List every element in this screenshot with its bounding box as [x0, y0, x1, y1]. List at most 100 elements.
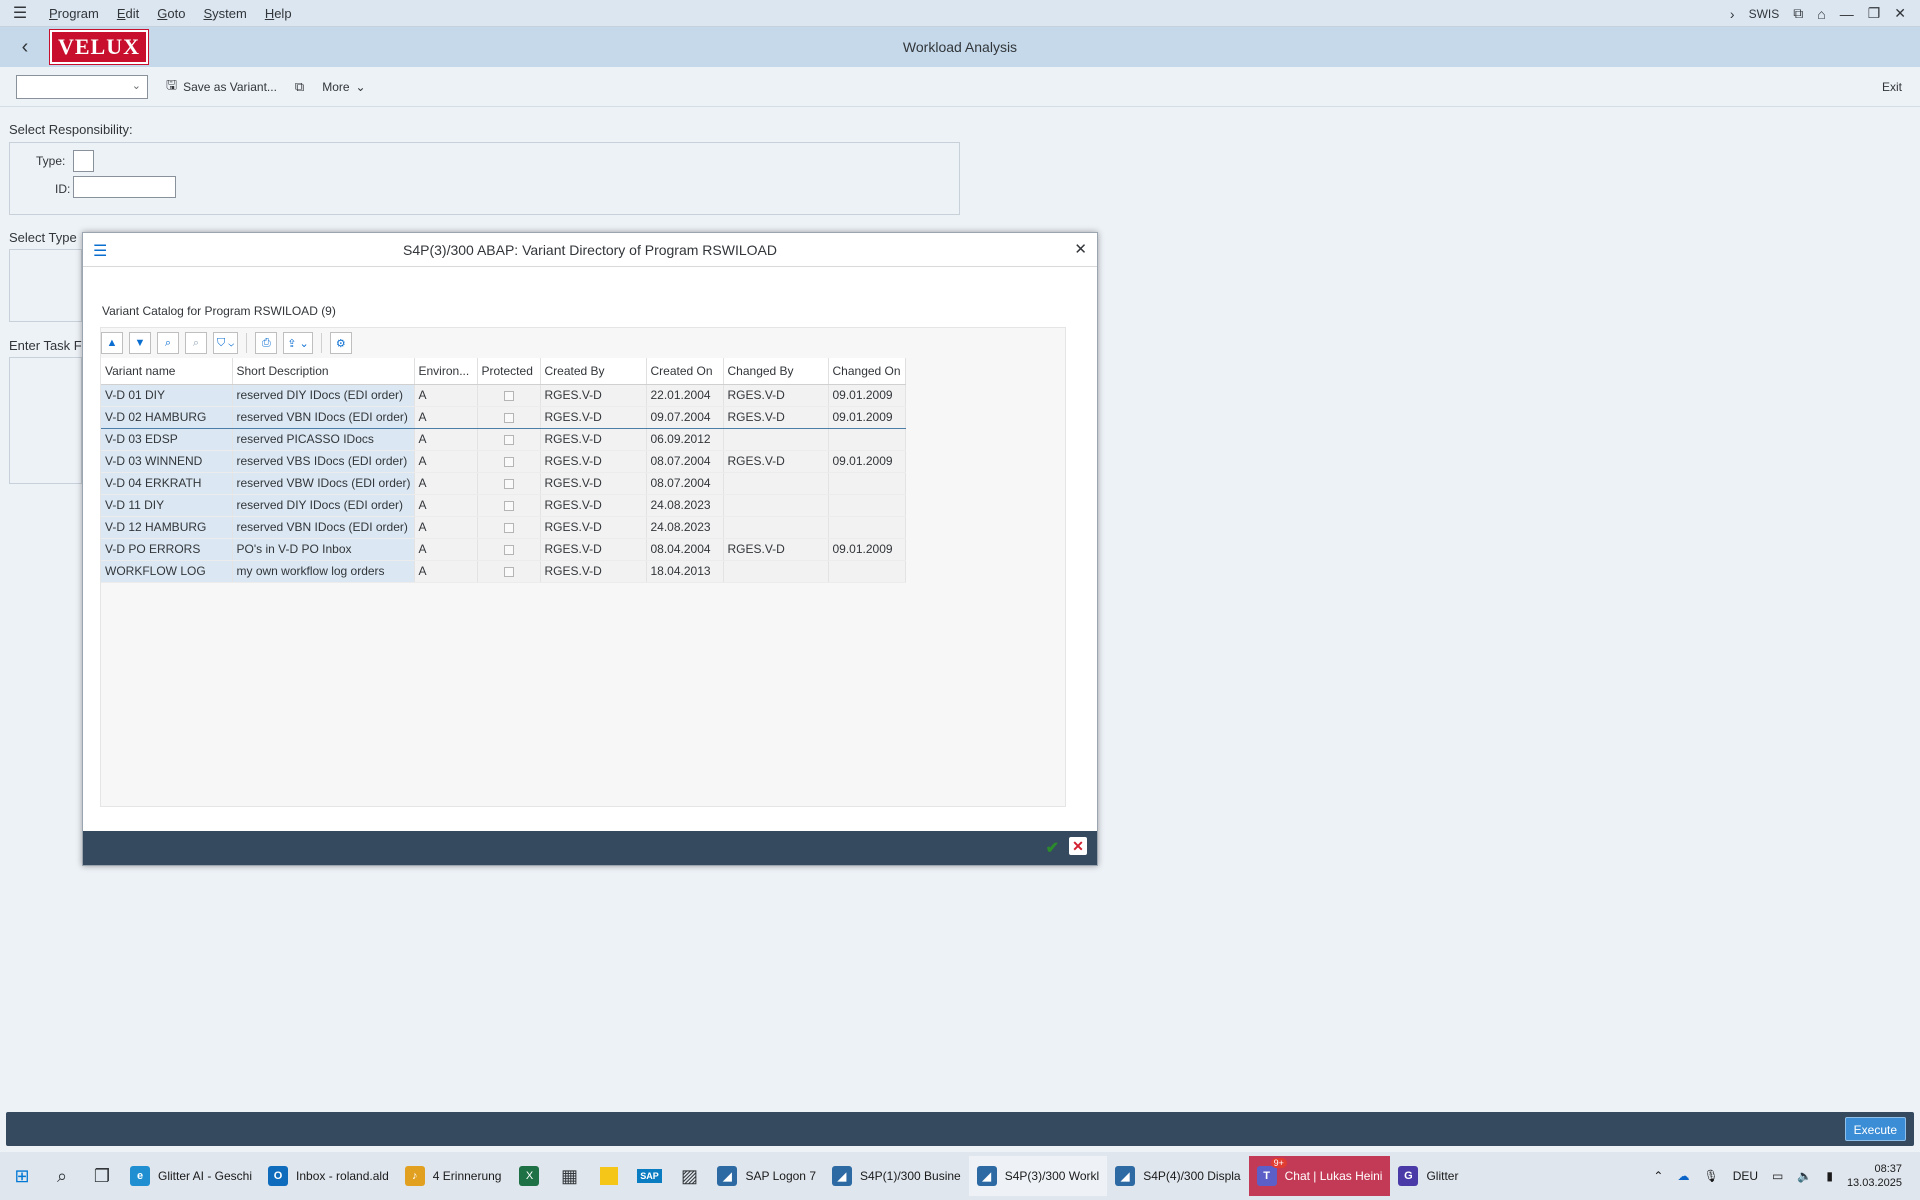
minimize-icon[interactable]: —: [1840, 6, 1854, 22]
confirm-check-icon[interactable]: ✔: [1046, 838, 1059, 858]
language-indicator[interactable]: DEU: [1733, 1169, 1758, 1183]
onedrive-icon[interactable]: ☁: [1677, 1169, 1689, 1183]
table-row[interactable]: WORKFLOW LOG my own workflow log orders …: [101, 560, 906, 583]
export-icon[interactable]: ⇪ ⌄: [283, 332, 313, 354]
task-view-icon[interactable]: ❐: [82, 1156, 122, 1196]
col-created-on[interactable]: Created On: [646, 358, 724, 385]
variant-dropdown[interactable]: ⌄: [16, 74, 148, 99]
excel-icon[interactable]: X: [509, 1156, 549, 1196]
short-description[interactable]: PO's in V-D PO Inbox: [232, 538, 415, 561]
exit-button[interactable]: Exit: [1882, 80, 1902, 94]
created-by[interactable]: RGES.V-D: [540, 405, 647, 429]
short-description[interactable]: reserved VBN IDocs (EDI order): [232, 405, 415, 429]
created-on[interactable]: 18.04.2013: [646, 560, 724, 583]
changed-by[interactable]: RGES.V-D: [723, 450, 829, 473]
taskbar-app-reminders[interactable]: ♪ 4 Erinnerung: [397, 1156, 510, 1196]
protected-cell[interactable]: [477, 494, 541, 517]
restore-icon[interactable]: ❐: [1868, 5, 1881, 22]
customize-icon[interactable]: ⌂: [1817, 6, 1825, 22]
sap-icon[interactable]: SAP: [629, 1156, 669, 1196]
created-on[interactable]: 08.07.2004: [646, 450, 724, 473]
execute-button[interactable]: Execute: [1844, 1117, 1906, 1141]
protected-cell[interactable]: [477, 516, 541, 539]
short-description[interactable]: reserved PICASSO IDocs: [232, 428, 415, 451]
close-window-icon[interactable]: ✕: [1894, 5, 1906, 22]
table-row[interactable]: V-D 04 ERKRATH reserved VBW IDocs (EDI o…: [101, 472, 906, 495]
col-changed-by[interactable]: Changed By: [723, 358, 829, 385]
created-by[interactable]: RGES.V-D: [540, 450, 647, 473]
changed-by[interactable]: [723, 472, 829, 495]
taskbar-app-outlook[interactable]: O Inbox - roland.ald: [260, 1156, 397, 1196]
taskbar-app-s4p1[interactable]: ◢ S4P(1)/300 Busine: [824, 1156, 969, 1196]
changed-by[interactable]: [723, 516, 829, 539]
changed-on[interactable]: 09.01.2009: [828, 450, 906, 473]
table-row[interactable]: V-D 12 HAMBURG reserved VBN IDocs (EDI o…: [101, 516, 906, 539]
changed-on[interactable]: [828, 428, 906, 451]
created-on[interactable]: 09.07.2004: [646, 405, 724, 429]
copy-button[interactable]: ⧉: [295, 79, 304, 95]
search-icon[interactable]: ⌕: [42, 1156, 82, 1196]
changed-on[interactable]: 09.01.2009: [828, 538, 906, 561]
environment[interactable]: A: [414, 560, 478, 583]
environment[interactable]: A: [414, 428, 478, 451]
created-by[interactable]: RGES.V-D: [540, 538, 647, 561]
variant-name[interactable]: V-D 03 EDSP: [101, 428, 233, 451]
col-environment[interactable]: Environ...: [414, 358, 478, 385]
menu-help[interactable]: Help: [256, 0, 301, 27]
changed-on[interactable]: 09.01.2009: [828, 384, 906, 407]
windows-start-icon[interactable]: ⊞: [2, 1156, 42, 1196]
speaker-icon[interactable]: 🔈: [1797, 1169, 1812, 1183]
created-on[interactable]: 08.04.2004: [646, 538, 724, 561]
changed-on[interactable]: 09.01.2009: [828, 405, 906, 429]
menu-program[interactable]: Program: [40, 0, 108, 27]
changed-by[interactable]: [723, 428, 829, 451]
created-on[interactable]: 08.07.2004: [646, 472, 724, 495]
variant-name[interactable]: V-D 04 ERKRATH: [101, 472, 233, 495]
col-changed-on[interactable]: Changed On: [828, 358, 906, 385]
environment[interactable]: A: [414, 450, 478, 473]
created-by[interactable]: RGES.V-D: [540, 494, 647, 517]
protected-cell[interactable]: [477, 405, 541, 429]
find-icon[interactable]: ⌕: [157, 332, 179, 354]
col-variant-name[interactable]: Variant name: [101, 358, 233, 385]
environment[interactable]: A: [414, 538, 478, 561]
protected-cell[interactable]: [477, 472, 541, 495]
image-viewer-icon[interactable]: ▨: [669, 1156, 709, 1196]
created-on[interactable]: 24.08.2023: [646, 494, 724, 517]
created-on[interactable]: 06.09.2012: [646, 428, 724, 451]
variant-name[interactable]: V-D PO ERRORS: [101, 538, 233, 561]
variant-name[interactable]: V-D 12 HAMBURG: [101, 516, 233, 539]
table-row[interactable]: V-D 03 EDSP reserved PICASSO IDocs A RGE…: [101, 428, 906, 451]
short-description[interactable]: reserved DIY IDocs (EDI order): [232, 494, 415, 517]
cancel-x-icon[interactable]: ✕: [1069, 837, 1087, 855]
short-description[interactable]: reserved VBW IDocs (EDI order): [232, 472, 415, 495]
table-row[interactable]: V-D 03 WINNEND reserved VBS IDocs (EDI o…: [101, 450, 906, 473]
table-row[interactable]: V-D 02 HAMBURG reserved VBN IDocs (EDI o…: [101, 405, 906, 429]
id-input[interactable]: [73, 176, 176, 198]
col-short-description[interactable]: Short Description: [232, 358, 415, 385]
variant-name[interactable]: V-D 02 HAMBURG: [101, 405, 233, 429]
changed-on[interactable]: [828, 494, 906, 517]
battery-icon[interactable]: ▮: [1826, 1169, 1833, 1183]
table-row[interactable]: V-D 11 DIY reserved DIY IDocs (EDI order…: [101, 494, 906, 517]
changed-by[interactable]: [723, 560, 829, 583]
protected-cell[interactable]: [477, 538, 541, 561]
created-on[interactable]: 22.01.2004: [646, 384, 724, 407]
protected-cell[interactable]: [477, 560, 541, 583]
dialog-close-icon[interactable]: ✕: [1074, 240, 1087, 258]
created-by[interactable]: RGES.V-D: [540, 384, 647, 407]
environment[interactable]: A: [414, 472, 478, 495]
created-by[interactable]: RGES.V-D: [540, 472, 647, 495]
environment[interactable]: A: [414, 494, 478, 517]
protected-cell[interactable]: [477, 450, 541, 473]
changed-by[interactable]: RGES.V-D: [723, 538, 829, 561]
variant-name[interactable]: V-D 01 DIY: [101, 384, 233, 407]
taskbar-app-s4p4[interactable]: ◢ S4P(4)/300 Displa: [1107, 1156, 1248, 1196]
environment[interactable]: A: [414, 516, 478, 539]
hamburger-menu-icon[interactable]: ☰: [0, 0, 40, 27]
environment[interactable]: A: [414, 384, 478, 407]
menu-goto[interactable]: Goto: [148, 0, 194, 27]
created-by[interactable]: RGES.V-D: [540, 560, 647, 583]
col-created-by[interactable]: Created By: [540, 358, 647, 385]
table-row[interactable]: V-D PO ERRORS PO's in V-D PO Inbox A RGE…: [101, 538, 906, 561]
